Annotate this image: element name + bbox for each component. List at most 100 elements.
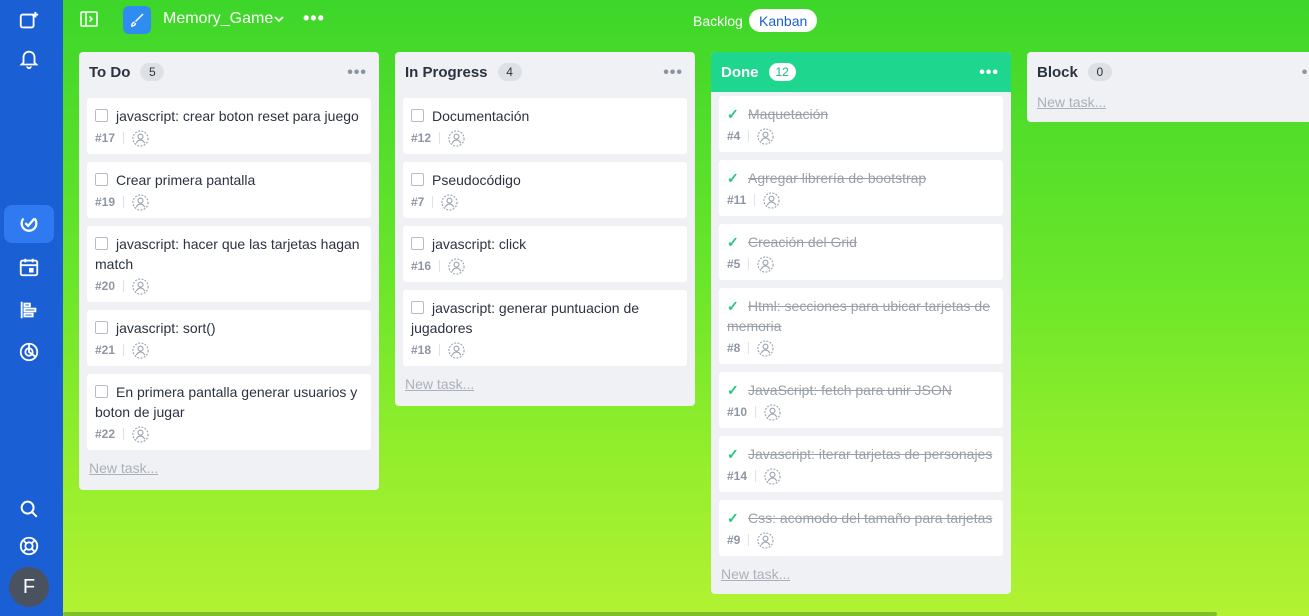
checkmark-icon[interactable]: ✓ xyxy=(727,444,741,464)
task-checkbox[interactable] xyxy=(411,109,424,122)
task-card[interactable]: javascript: generar puntuacion de jugado… xyxy=(403,290,687,366)
new-item-icon[interactable] xyxy=(4,2,54,40)
column-block: Block 0 •• New task... xyxy=(1027,52,1309,122)
left-rail: F xyxy=(0,0,63,616)
assign-user-icon[interactable] xyxy=(441,193,458,211)
checkmark-icon[interactable]: ✓ xyxy=(727,168,741,188)
task-checkbox[interactable] xyxy=(95,237,108,250)
task-title: javascript: sort() xyxy=(116,320,216,336)
task-number: #17 xyxy=(95,131,116,145)
assign-user-icon[interactable] xyxy=(132,341,149,359)
assign-user-icon[interactable] xyxy=(132,193,149,211)
column-todo: To Do 5 ••• javascript: crear boton rese… xyxy=(79,52,379,490)
task-card[interactable]: En primera pantalla generar usuarios y b… xyxy=(87,374,371,450)
task-card[interactable]: ✓ Html: secciones para ubicar tarjetas de… xyxy=(719,288,1003,364)
checkmark-icon[interactable]: ✓ xyxy=(727,296,741,316)
task-checkbox[interactable] xyxy=(95,109,108,122)
task-title: Javascript: iterar tarjetas de personaje… xyxy=(748,446,993,462)
task-card[interactable]: javascript: click #16 xyxy=(403,226,687,282)
task-number: #18 xyxy=(411,343,432,357)
task-card[interactable]: ✓ Maquetación #4 xyxy=(719,96,1003,152)
task-title: Creación del Grid xyxy=(748,234,857,250)
horizontal-scrollbar[interactable] xyxy=(63,612,1217,616)
checkmark-icon[interactable]: ✓ xyxy=(727,104,741,124)
assign-user-icon[interactable] xyxy=(764,467,781,485)
task-card[interactable]: javascript: hacer que las tarjetas hagan… xyxy=(87,226,371,302)
task-card[interactable]: Documentación #12 xyxy=(403,98,687,154)
column-header: In Progress 4 ••• xyxy=(395,52,695,92)
task-checkbox[interactable] xyxy=(95,173,108,186)
assign-user-icon[interactable] xyxy=(763,191,780,209)
task-title: javascript: crear boton reset para juego xyxy=(116,108,359,124)
task-checkbox[interactable] xyxy=(95,321,108,334)
project-more-icon[interactable]: ••• xyxy=(303,8,325,29)
task-number: #19 xyxy=(95,195,116,209)
assign-user-icon[interactable] xyxy=(448,341,465,359)
assign-user-icon[interactable] xyxy=(757,339,774,357)
task-checkbox[interactable] xyxy=(95,385,108,398)
calendar-icon[interactable] xyxy=(4,248,54,286)
assign-user-icon[interactable] xyxy=(448,257,465,275)
assign-user-icon[interactable] xyxy=(757,255,774,273)
dashboard-icon[interactable] xyxy=(4,333,54,371)
assign-user-icon[interactable] xyxy=(132,277,149,295)
task-title: Html: secciones para ubicar tarjetas de … xyxy=(727,298,990,334)
column-count-badge: 5 xyxy=(140,63,165,81)
assign-user-icon[interactable] xyxy=(757,531,774,549)
task-checkbox[interactable] xyxy=(411,237,424,250)
task-card[interactable]: ✓ Creación del Grid #5 xyxy=(719,224,1003,280)
column-more-icon[interactable]: ••• xyxy=(663,64,683,82)
task-card[interactable]: Pseudocódigo #7 xyxy=(403,162,687,218)
new-task-link[interactable]: New task... xyxy=(1037,94,1106,110)
task-card[interactable]: ✓ Css: acomodo del tamaño para tarjetas #… xyxy=(719,500,1003,556)
task-number: #8 xyxy=(727,341,741,355)
column-more-icon[interactable]: •• xyxy=(1302,64,1309,82)
task-card[interactable]: ✓ Agregar librería de bootstrap #11 xyxy=(719,160,1003,216)
task-number: #7 xyxy=(411,195,425,209)
project-brush-icon[interactable] xyxy=(123,6,151,34)
checkmark-icon[interactable]: ✓ xyxy=(727,380,741,400)
column-header: To Do 5 ••• xyxy=(79,52,379,92)
assign-user-icon[interactable] xyxy=(764,403,781,421)
new-task-link[interactable]: New task... xyxy=(721,566,790,582)
assign-user-icon[interactable] xyxy=(448,129,465,147)
column-count-badge: 12 xyxy=(768,63,796,81)
task-card[interactable]: Crear primera pantalla #19 xyxy=(87,162,371,218)
task-card[interactable]: javascript: crear boton reset para juego… xyxy=(87,98,371,154)
assign-user-icon[interactable] xyxy=(757,127,774,145)
timeline-icon[interactable] xyxy=(4,291,54,329)
task-card[interactable]: ✓ JavaScript: fetch para unir JSON #10 xyxy=(719,372,1003,428)
assign-user-icon[interactable] xyxy=(132,425,149,443)
checkmark-icon[interactable]: ✓ xyxy=(727,232,741,252)
tab-kanban[interactable]: Kanban xyxy=(749,9,818,32)
tab-backlog[interactable]: Backlog xyxy=(683,9,753,32)
task-title: Css: acomodo del tamaño para tarjetas xyxy=(748,510,993,526)
task-card[interactable]: javascript: sort() #21 xyxy=(87,310,371,366)
chevron-down-icon[interactable] xyxy=(272,12,286,26)
user-avatar[interactable]: F xyxy=(9,567,49,607)
new-task-link[interactable]: New task... xyxy=(405,376,474,392)
column-more-icon[interactable]: ••• xyxy=(347,64,367,82)
task-number: #21 xyxy=(95,343,116,357)
checkmark-icon[interactable]: ✓ xyxy=(727,508,741,528)
task-card[interactable]: ✓ Javascript: iterar tarjetas de personaj… xyxy=(719,436,1003,492)
task-number: #4 xyxy=(727,129,741,143)
task-title: Crear primera pantalla xyxy=(116,172,256,188)
task-number: #20 xyxy=(95,279,116,293)
top-bar: Memory_Game ••• Backlog Kanban xyxy=(63,0,1309,40)
column-more-icon[interactable]: ••• xyxy=(979,64,999,82)
column-done: Done 12 ••• ✓ Maquetación #4 ✓ Agregar lib… xyxy=(711,52,1011,594)
new-task-link[interactable]: New task... xyxy=(89,460,158,476)
project-name[interactable]: Memory_Game xyxy=(163,10,273,28)
task-number: #5 xyxy=(727,257,741,271)
search-icon[interactable] xyxy=(4,490,54,528)
task-number: #22 xyxy=(95,427,116,441)
sidebar-toggle-icon[interactable] xyxy=(80,11,98,27)
task-checkbox[interactable] xyxy=(411,173,424,186)
projects-icon[interactable] xyxy=(4,205,54,243)
assign-user-icon[interactable] xyxy=(132,129,149,147)
task-checkbox[interactable] xyxy=(411,301,424,314)
help-lifebuoy-icon[interactable] xyxy=(4,527,54,565)
notifications-bell-icon[interactable] xyxy=(4,40,54,78)
column-header: Block 0 •• xyxy=(1027,52,1309,92)
